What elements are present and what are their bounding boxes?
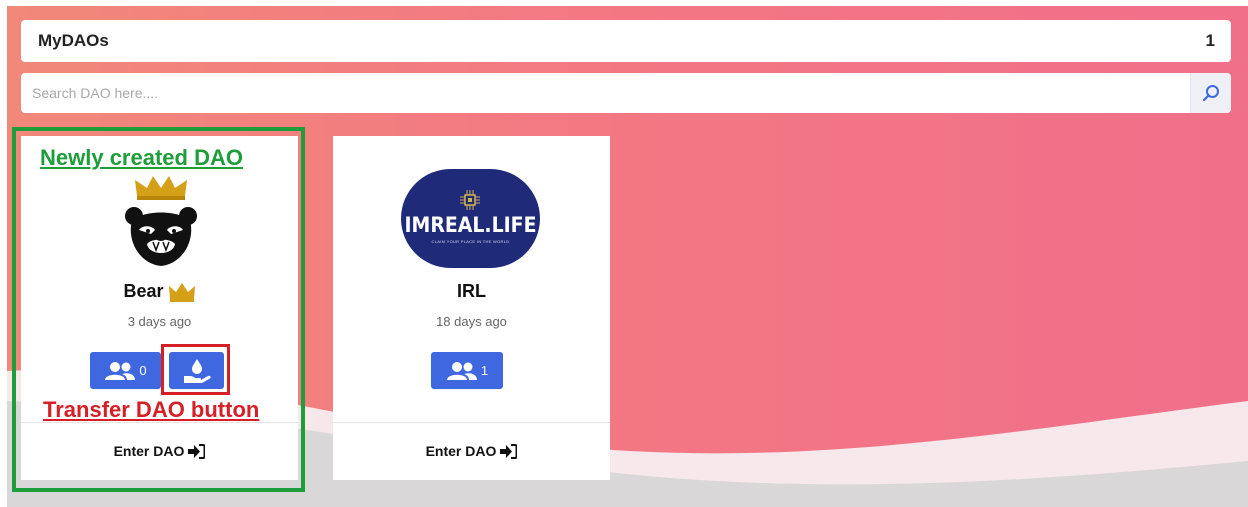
members-button[interactable]: 1	[431, 352, 503, 389]
search-icon	[1202, 85, 1219, 102]
imreal-life-logo: IMREAL.LIFE CLAIM YOUR PLACE IN THE WORL…	[401, 169, 540, 268]
dao-created-time: 18 days ago	[436, 314, 507, 329]
search-input[interactable]	[21, 73, 1190, 113]
transfer-annotation: Transfer DAO button	[43, 397, 260, 422]
dao-card-irl: IMREAL.LIFE CLAIM YOUR PLACE IN THE WORL…	[333, 136, 610, 480]
sign-in-icon	[500, 443, 518, 459]
dao-name: IRL	[457, 281, 486, 301]
search-bar	[21, 73, 1231, 113]
card-divider	[333, 422, 610, 423]
chip-icon	[460, 190, 480, 210]
transfer-button-highlight-box	[161, 344, 230, 395]
dao-count: 1	[1205, 31, 1215, 50]
users-icon	[446, 361, 477, 380]
logo-tagline: CLAIM YOUR PLACE IN THE WORLD	[431, 239, 510, 244]
search-button[interactable]	[1190, 73, 1231, 113]
page: MyDAOs 1 Bear	[0, 0, 1248, 507]
new-dao-annotation: Newly created DAO	[40, 145, 243, 170]
new-dao-highlight-box	[12, 127, 305, 492]
enter-dao-button[interactable]: Enter DAO	[333, 443, 610, 459]
mydaos-header: MyDAOs 1	[21, 20, 1231, 62]
member-count: 1	[480, 363, 489, 378]
page-title: MyDAOs	[38, 31, 109, 50]
logo-brand-text: IMREAL.LIFE	[404, 213, 537, 237]
